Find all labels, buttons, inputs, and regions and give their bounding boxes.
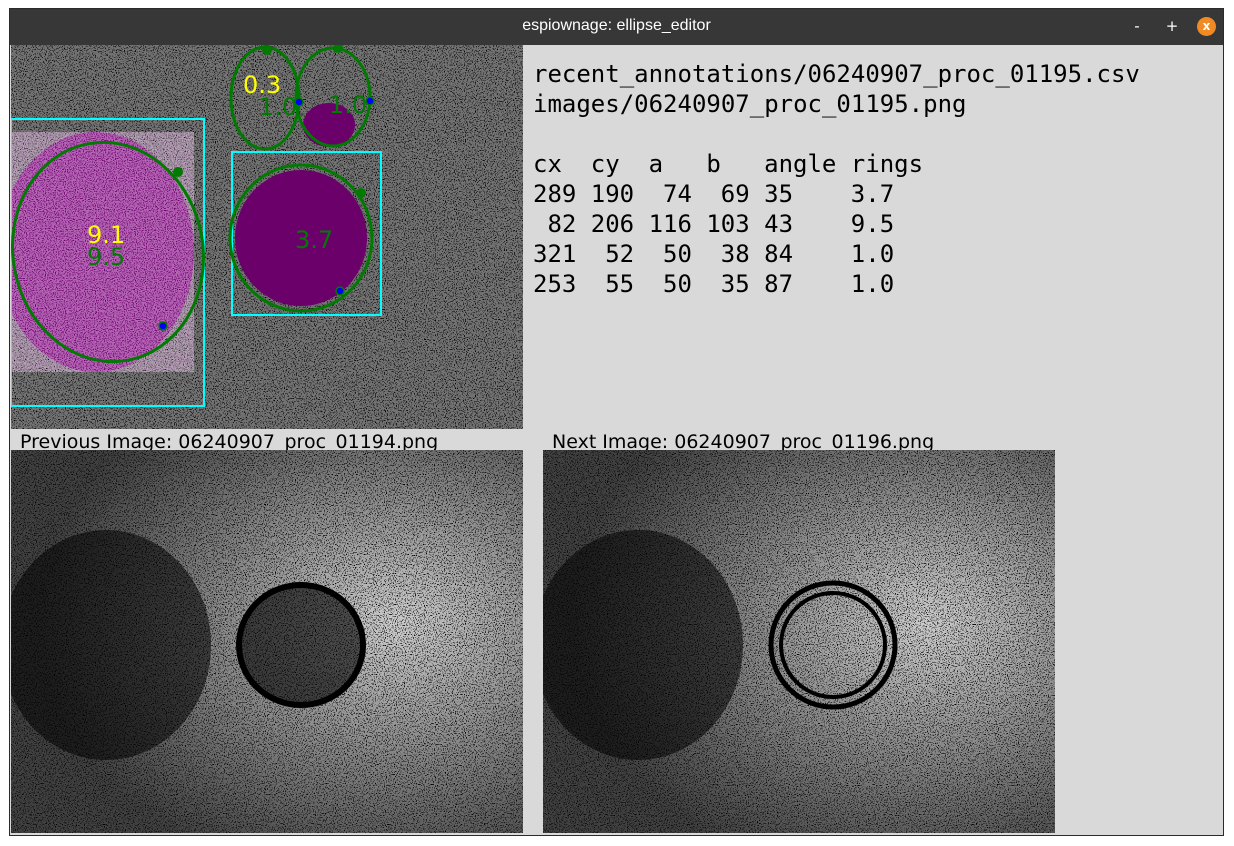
cell-cx: 321 — [533, 240, 577, 268]
cell-rings: 1.0 — [850, 270, 895, 298]
csv-path: recent_annotations/06240907_proc_01195.c… — [533, 60, 1140, 88]
previous-image-label: Previous Image: 06240907_proc_01194.png — [20, 431, 439, 450]
cell-cy: 206 — [590, 210, 635, 238]
maximize-button[interactable]: + — [1163, 17, 1181, 35]
col-header-angle: angle — [764, 150, 837, 178]
title-bar: espiownage: ellipse_editor - + x — [10, 9, 1223, 45]
current-image-canvas[interactable]: 0.3 1.0 1.0 9.1 9.5 3.7 — [11, 45, 523, 429]
next-image — [543, 450, 1055, 833]
cell-rings: 1.0 — [850, 240, 895, 268]
ring-label-green: 3.7 — [295, 226, 333, 254]
cell-b: 69 — [720, 180, 750, 208]
col-header-cx: cx — [533, 150, 562, 178]
next-image-label: Next Image: 06240907_proc_01196.png — [552, 431, 935, 450]
cell-b: 103 — [706, 210, 750, 238]
cell-cx: 82 — [547, 210, 577, 238]
annotation-table: cx cy a b angle rings 289 190 74 69 35 3.7 82 2… — [533, 149, 1140, 299]
cell-rings: 3.7 — [850, 180, 895, 208]
cell-angle: 87 — [764, 270, 794, 298]
cell-angle: 84 — [764, 240, 794, 268]
cell-a: 116 — [648, 210, 692, 238]
cell-cy: 52 — [605, 240, 635, 268]
col-header-b: b — [706, 150, 721, 178]
image-path: images/06240907_proc_01195.png — [533, 90, 967, 118]
ring-label-green: 9.5 — [87, 243, 125, 271]
app-window: espiownage: ellipse_editor - + x 0.3 1.0… — [9, 8, 1224, 836]
cell-rings: 9.5 — [850, 210, 895, 238]
cell-cy: 55 — [605, 270, 635, 298]
col-header-cy: cy — [590, 150, 620, 178]
cell-a: 50 — [663, 240, 692, 268]
cell-cx: 253 — [533, 270, 577, 298]
cell-a: 74 — [663, 180, 692, 208]
minimize-button[interactable]: - — [1128, 17, 1146, 35]
cell-b: 35 — [720, 270, 750, 298]
close-button[interactable]: x — [1197, 17, 1216, 36]
cell-angle: 35 — [764, 180, 794, 208]
col-header-rings: rings — [850, 150, 924, 178]
cell-cy: 190 — [590, 180, 635, 208]
annotation-info-panel: recent_annotations/06240907_proc_01195.c… — [533, 59, 1140, 299]
window-title: espiownage: ellipse_editor — [522, 17, 711, 34]
cell-angle: 43 — [764, 210, 794, 238]
cell-a: 50 — [663, 270, 692, 298]
cell-b: 38 — [720, 240, 750, 268]
previous-image — [11, 450, 523, 833]
ring-label-green: 1.0 — [329, 91, 367, 119]
col-header-a: a — [648, 150, 664, 178]
ring-label-green: 1.0 — [259, 93, 297, 121]
cell-cx: 289 — [533, 180, 577, 208]
